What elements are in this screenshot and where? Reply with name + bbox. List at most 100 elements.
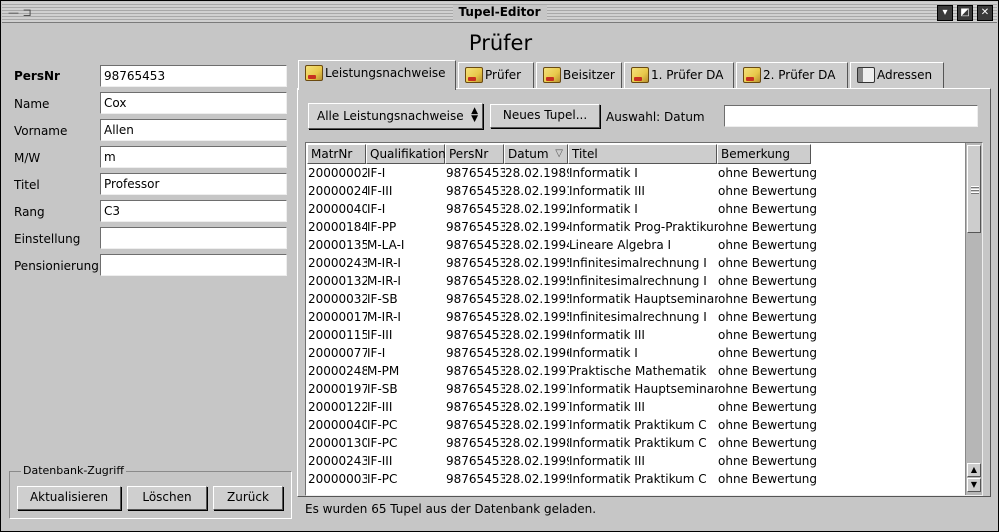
cell-datum: 28.02.1999 — [505, 454, 569, 468]
table-row[interactable]: 20000040 IF-I 98765453 28.02.1992 Informatik… — [307, 200, 967, 218]
cell-matrnr: 20000135 — [308, 238, 367, 252]
cell-datum: 28.02.1997 — [505, 382, 569, 396]
column-header-persnr[interactable]: PersNr — [445, 144, 504, 164]
table-row[interactable]: 20000135 M-LA-I 98765453 28.02.1994 Lineare … — [307, 236, 967, 254]
table-row[interactable]: 20000248 M-PM 98765453 28.02.1997 Praktische… — [307, 362, 967, 380]
vertical-scrollbar[interactable]: ▲ ▼ — [965, 143, 982, 495]
cell-bemerkung: ohne Bewertung — [718, 382, 818, 396]
cell-titel: Informatik Hauptseminar B — [569, 382, 718, 396]
rang-field[interactable]: C3 — [100, 200, 287, 222]
tab-label: Prüfer — [485, 68, 522, 82]
cell-bemerkung: ohne Bewertung — [718, 202, 818, 216]
table-row[interactable]: 20000132 M-IR-I 98765453 28.02.1995 Infinite… — [307, 272, 967, 290]
auswahl-input[interactable] — [724, 105, 978, 127]
tab-zweitpruefer-da[interactable]: 2. Prüfer DA — [736, 62, 848, 88]
delete-button[interactable]: Löschen — [127, 486, 207, 510]
cell-titel: Informatik I — [569, 166, 638, 180]
name-field[interactable]: Cox — [100, 92, 287, 114]
filter-select-value: Alle Leistungsnachweise — [317, 109, 464, 123]
cell-qualifikation: IF-I — [367, 202, 386, 216]
cell-datum: 28.02.1994 — [505, 220, 569, 234]
back-button[interactable]: Zurück — [213, 486, 283, 510]
cell-qualifikation: IF-SB — [367, 292, 398, 306]
table-row[interactable]: 20000122 IF-III 98765453 28.02.1997 Informat… — [307, 398, 967, 416]
cell-titel: Infinitesimalrechnung I — [569, 274, 707, 288]
table-row[interactable]: 20000077 IF-I 98765453 28.02.1996 Informatik… — [307, 344, 967, 362]
refresh-button[interactable]: Aktualisieren — [17, 486, 121, 510]
cell-persnr: 98765453 — [446, 472, 505, 486]
table-row[interactable]: 20000017 M-IR-I 98765453 28.02.1995 Infinite… — [307, 308, 967, 326]
cell-qualifikation: M-IR-I — [367, 274, 401, 288]
vorname-field[interactable]: Allen — [100, 119, 287, 141]
table-row[interactable]: 20000002 IF-I 98765453 28.02.1989 Informatik… — [307, 164, 967, 182]
cell-bemerkung: ohne Bewertung — [718, 364, 818, 378]
certificate-icon — [631, 67, 649, 83]
close-icon[interactable]: ✕ — [977, 5, 993, 21]
column-header-qualifikation[interactable]: Qualifikation — [366, 144, 446, 164]
page-title: Prüfer — [468, 31, 533, 55]
tab-beisitzer[interactable]: Beisitzer — [536, 62, 622, 88]
cell-datum: 28.02.1997 — [505, 418, 569, 432]
column-header-bemerkung[interactable]: Bemerkung — [717, 144, 811, 164]
cell-qualifikation: M-LA-I — [367, 238, 405, 252]
cell-qualifikation: IF-III — [367, 328, 393, 342]
cell-persnr: 98765453 — [446, 436, 505, 450]
pensionierung-field[interactable] — [100, 254, 287, 276]
scroll-up-icon[interactable]: ▲ — [967, 463, 981, 477]
cell-datum: 28.02.1989 — [505, 166, 569, 180]
cell-datum: 28.02.1994 — [505, 238, 569, 252]
table-row[interactable]: 20000024 IF-III 98765453 28.02.1991 Informat… — [307, 182, 967, 200]
new-tuple-button[interactable]: Neues Tupel... — [490, 104, 600, 128]
cell-qualifikation: IF-III — [367, 184, 393, 198]
cell-persnr: 98765453 — [446, 310, 505, 324]
gender-field[interactable]: m — [100, 146, 287, 168]
titel-label: Titel — [14, 178, 40, 192]
cell-bemerkung: ohne Bewertung — [718, 292, 818, 306]
tab-label: Beisitzer — [563, 68, 615, 82]
pensionierung-label: Pensionierung — [14, 259, 99, 273]
cell-bemerkung: ohne Bewertung — [718, 436, 818, 450]
einstellung-field[interactable] — [100, 227, 287, 249]
tab-leistungsnachweise[interactable]: Leistungsnachweise — [298, 60, 456, 90]
column-header-datum[interactable]: Datum ▽ — [504, 144, 568, 164]
cell-matrnr: 20000184 — [308, 220, 367, 234]
table-row[interactable]: 20000115 IF-III 98765453 28.02.1996 Informat… — [307, 326, 967, 344]
maximize-icon[interactable]: ◩ — [957, 5, 973, 21]
scroll-down-icon[interactable]: ▼ — [967, 478, 981, 492]
cell-qualifikation: IF-I — [367, 346, 386, 360]
cell-matrnr: 20000017 — [308, 310, 367, 324]
tab-adressen[interactable]: Adressen — [850, 62, 944, 88]
tab-erstpruefer-da[interactable]: 1. Prüfer DA — [624, 62, 734, 88]
persnr-label: PersNr — [14, 69, 60, 83]
cell-qualifikation: IF-PC — [367, 436, 398, 450]
table-row[interactable]: 20000003 IF-PC 98765453 28.02.1999 Informati… — [307, 470, 967, 488]
scrollbar-thumb[interactable] — [967, 145, 981, 233]
title-bar[interactable]: — ⊐ Tupel-Editor ▾ ◩ ✕ — [2, 2, 997, 23]
cell-datum: 28.02.1997 — [505, 400, 569, 414]
cell-datum: 28.02.1995 — [505, 292, 569, 306]
cell-bemerkung: ohne Bewertung — [718, 454, 818, 468]
cell-matrnr: 20000130 — [308, 436, 367, 450]
titel-field[interactable]: Professor — [100, 173, 287, 195]
table-row[interactable]: 20000032 IF-SB 98765453 28.02.1995 Informati… — [307, 290, 967, 308]
column-header-matrnr[interactable]: MatrNr — [307, 144, 366, 164]
persnr-field[interactable]: 98765453 — [100, 65, 287, 87]
filter-select[interactable]: Alle Leistungsnachweise ▲ ▼ — [308, 103, 483, 129]
table-row[interactable]: 20000197 IF-SB 98765453 28.02.1997 Informati… — [307, 380, 967, 398]
cell-titel: Praktische Mathematik — [569, 364, 707, 378]
column-header-titel[interactable]: Titel — [568, 144, 717, 164]
cell-bemerkung: ohne Bewertung — [718, 346, 818, 360]
tab-pruefer[interactable]: Prüfer — [458, 62, 534, 88]
table-row[interactable]: 20000130 IF-PC 98765453 28.02.1998 Informati… — [307, 434, 967, 452]
table-row[interactable]: 20000243 IF-III 98765453 28.02.1999 Informat… — [307, 452, 967, 470]
window-menu-icon[interactable]: — ⊐ — [8, 5, 32, 20]
table-row[interactable]: 20000243 M-IR-I 98765453 28.02.1995 Infinite… — [307, 254, 967, 272]
table-row[interactable]: 20000040 IF-PC 98765453 28.02.1997 Informati… — [307, 416, 967, 434]
cell-persnr: 98765453 — [446, 238, 505, 252]
table-row[interactable]: 20000184 IF-PP 98765453 28.02.1994 Informati… — [307, 218, 967, 236]
cell-bemerkung: ohne Bewertung — [718, 184, 818, 198]
cell-matrnr: 20000115 — [308, 328, 367, 342]
cell-persnr: 98765453 — [446, 256, 505, 270]
cell-bemerkung: ohne Bewertung — [718, 256, 818, 270]
minimize-icon[interactable]: ▾ — [937, 5, 953, 21]
